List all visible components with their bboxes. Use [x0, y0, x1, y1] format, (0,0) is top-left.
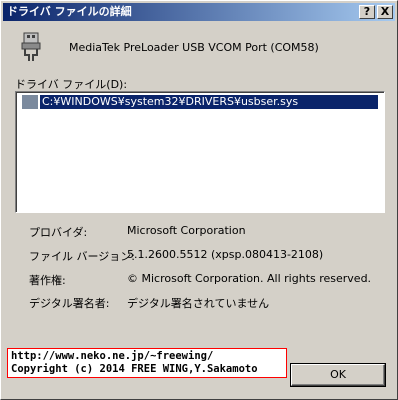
credit-url: http://www.neko.ne.jp/~freewing/ [11, 350, 214, 362]
driver-files-label: ドライバ ファイル(D): [15, 78, 128, 91]
digital-signer-label: デジタル署名者: [29, 297, 110, 310]
driver-file-path[interactable]: C:¥WINDOWS¥system32¥DRIVERS¥usbser.sys [40, 95, 378, 109]
credit-box: http://www.neko.ne.jp/~freewing/ Copyrig… [7, 348, 287, 378]
close-button[interactable]: X [377, 5, 393, 19]
ok-button[interactable]: OK [291, 364, 385, 386]
list-item[interactable]: C:¥WINDOWS¥system32¥DRIVERS¥usbser.sys [22, 95, 378, 109]
digital-signer-value: デジタル署名されていません [127, 297, 270, 310]
file-version-label: ファイル バージョン: [29, 250, 135, 263]
title-bar[interactable]: ドライバ ファイルの詳細 ? X [3, 3, 395, 21]
file-version-value: 5.1.2600.5512 (xpsp.080413-2108) [127, 248, 324, 261]
help-button[interactable]: ? [359, 5, 375, 19]
usb-connector-icon [21, 32, 41, 61]
provider-value: Microsoft Corporation [127, 224, 246, 237]
provider-label: プロバイダ: [29, 226, 88, 239]
window-title: ドライバ ファイルの詳細 [7, 5, 132, 18]
driver-files-list[interactable]: C:¥WINDOWS¥system32¥DRIVERS¥usbser.sys [15, 91, 385, 213]
system-file-icon [22, 95, 38, 109]
credit-copyright: Copyright (c) 2014 FREE WING,Y.Sakamoto [11, 363, 258, 375]
device-name: MediaTek PreLoader USB VCOM Port (COM58) [69, 41, 319, 54]
driver-file-details-dialog: ドライバ ファイルの詳細 ? X MediaTek PreLoader USB … [0, 0, 398, 400]
copyright-value: © Microsoft Corporation. All rights rese… [127, 272, 372, 285]
copyright-label: 著作権: [29, 274, 66, 287]
